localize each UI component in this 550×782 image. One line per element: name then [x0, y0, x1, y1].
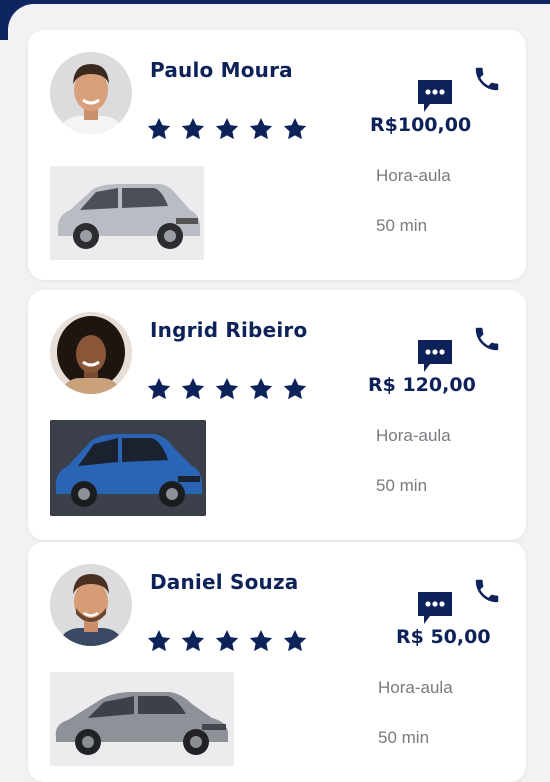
- avatar: [50, 312, 132, 394]
- price: R$100,00: [370, 114, 472, 136]
- price: R$ 50,00: [396, 626, 491, 648]
- star-icon: [283, 117, 307, 140]
- instructor-card[interactable]: Paulo Moura R$100,00 Hora-aula 50 min: [28, 30, 526, 280]
- silver-hatchback-icon: [57, 184, 200, 249]
- blue-hatchback-icon: [50, 420, 206, 516]
- car-photo: [50, 166, 204, 260]
- chat-icon[interactable]: [416, 588, 454, 626]
- star-icon: [215, 377, 239, 400]
- gray-sedan-icon: [55, 692, 228, 755]
- star-icon: [147, 629, 171, 652]
- rating-stars: [146, 376, 308, 406]
- avatar: [50, 564, 132, 646]
- rate-label: Hora-aula: [378, 678, 453, 697]
- star-icon: [147, 117, 171, 140]
- star-icon: [181, 629, 205, 652]
- star-icon: [283, 629, 307, 652]
- man-portrait-icon: [50, 564, 132, 646]
- star-icon: [215, 117, 239, 140]
- instructor-name: Paulo Moura: [150, 58, 293, 82]
- star-icon: [249, 377, 273, 400]
- chat-icon[interactable]: [416, 76, 454, 114]
- phone-icon[interactable]: [472, 576, 502, 606]
- instructor-card[interactable]: Daniel Souza R$ 50,00 Hora-aula 50 min: [28, 542, 526, 782]
- woman-portrait-icon: [50, 312, 132, 394]
- star-icon: [181, 117, 205, 140]
- star-icon: [283, 377, 307, 400]
- duration: 50 min: [378, 728, 430, 747]
- phone-icon[interactable]: [472, 64, 502, 94]
- star-icon: [249, 629, 273, 652]
- star-icon: [181, 377, 205, 400]
- rate-label: Hora-aula: [376, 426, 451, 445]
- rate-label: Hora-aula: [376, 166, 451, 185]
- instructor-card[interactable]: Ingrid Ribeiro R$ 120,00 Hora-aula 50 mi…: [28, 290, 526, 540]
- star-icon: [249, 117, 273, 140]
- man-portrait-icon: [50, 52, 132, 134]
- price: R$ 120,00: [368, 374, 476, 396]
- rating-stars: [146, 116, 308, 146]
- avatar: [50, 52, 132, 134]
- instructor-name: Ingrid Ribeiro: [150, 318, 308, 342]
- star-icon: [215, 629, 239, 652]
- instructor-name: Daniel Souza: [150, 570, 299, 594]
- star-icon: [147, 377, 171, 400]
- car-photo: [50, 420, 206, 516]
- car-photo: [50, 672, 234, 766]
- phone-icon[interactable]: [472, 324, 502, 354]
- rating-stars: [146, 628, 308, 658]
- duration: 50 min: [376, 216, 428, 235]
- chat-icon[interactable]: [416, 336, 454, 374]
- duration: 50 min: [376, 476, 428, 495]
